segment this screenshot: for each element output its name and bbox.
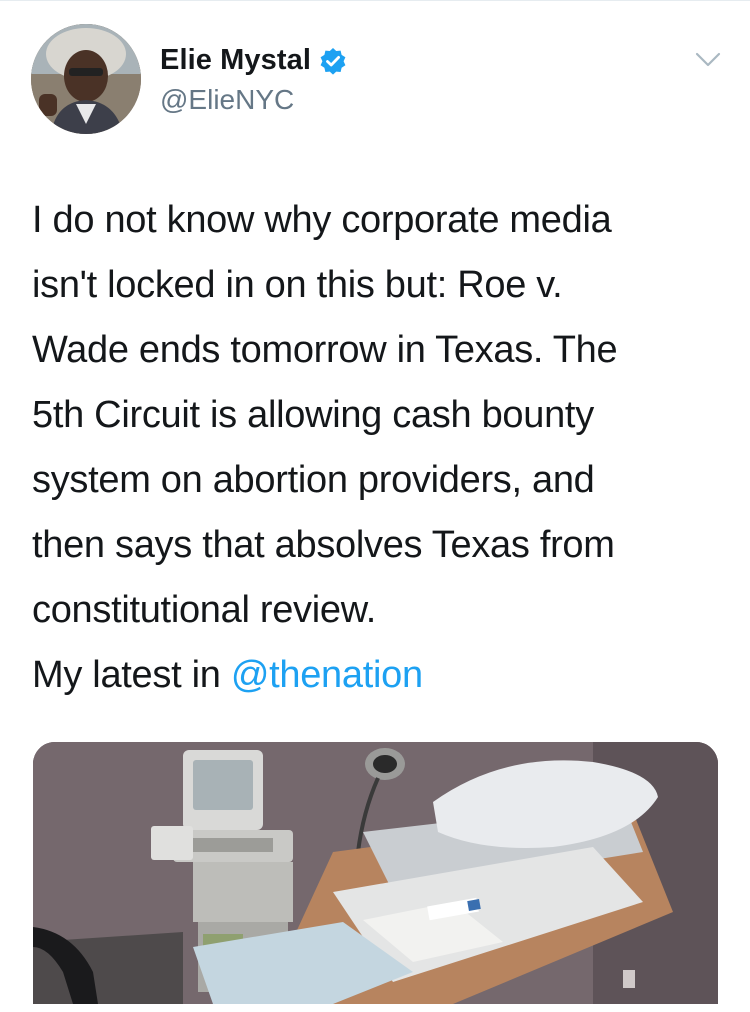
- tweet-media-photo[interactable]: [33, 742, 718, 1004]
- verified-badge-icon: [319, 47, 347, 75]
- tweet-header: Elie Mystal @ElieNYC: [0, 0, 750, 150]
- exam-room-photo-icon: [33, 742, 718, 1004]
- tweet-text-line: 5th Circuit is allowing cash bounty: [32, 394, 594, 436]
- last-line-prefix: My latest in: [32, 654, 231, 696]
- profile-photo-icon: [31, 24, 141, 134]
- tweet-text-line: constitutional review.: [32, 589, 377, 631]
- mention-link[interactable]: @thenation: [231, 654, 423, 696]
- tweet-text-line: then says that absolves Texas from: [32, 524, 615, 566]
- tweet-text-line: Wade ends tomorrow in Texas. The: [32, 329, 618, 371]
- tweet-text-line: I do not know why corporate media: [32, 199, 612, 241]
- chevron-down-icon[interactable]: [694, 50, 722, 70]
- author-handle[interactable]: @ElieNYC: [160, 84, 294, 116]
- tweet-text-line: system on abortion providers, and: [32, 459, 595, 501]
- tweet-text-last-line: My latest in @thenation: [32, 643, 722, 708]
- tweet-text: I do not know why corporate media isn't …: [32, 188, 722, 708]
- bottom-divider: [0, 1004, 750, 1012]
- tweet-text-line: isn't locked in on this but: Roe v.: [32, 264, 563, 306]
- avatar[interactable]: [31, 24, 141, 134]
- display-name[interactable]: Elie Mystal: [160, 44, 311, 77]
- author-name-row: Elie Mystal: [160, 44, 347, 77]
